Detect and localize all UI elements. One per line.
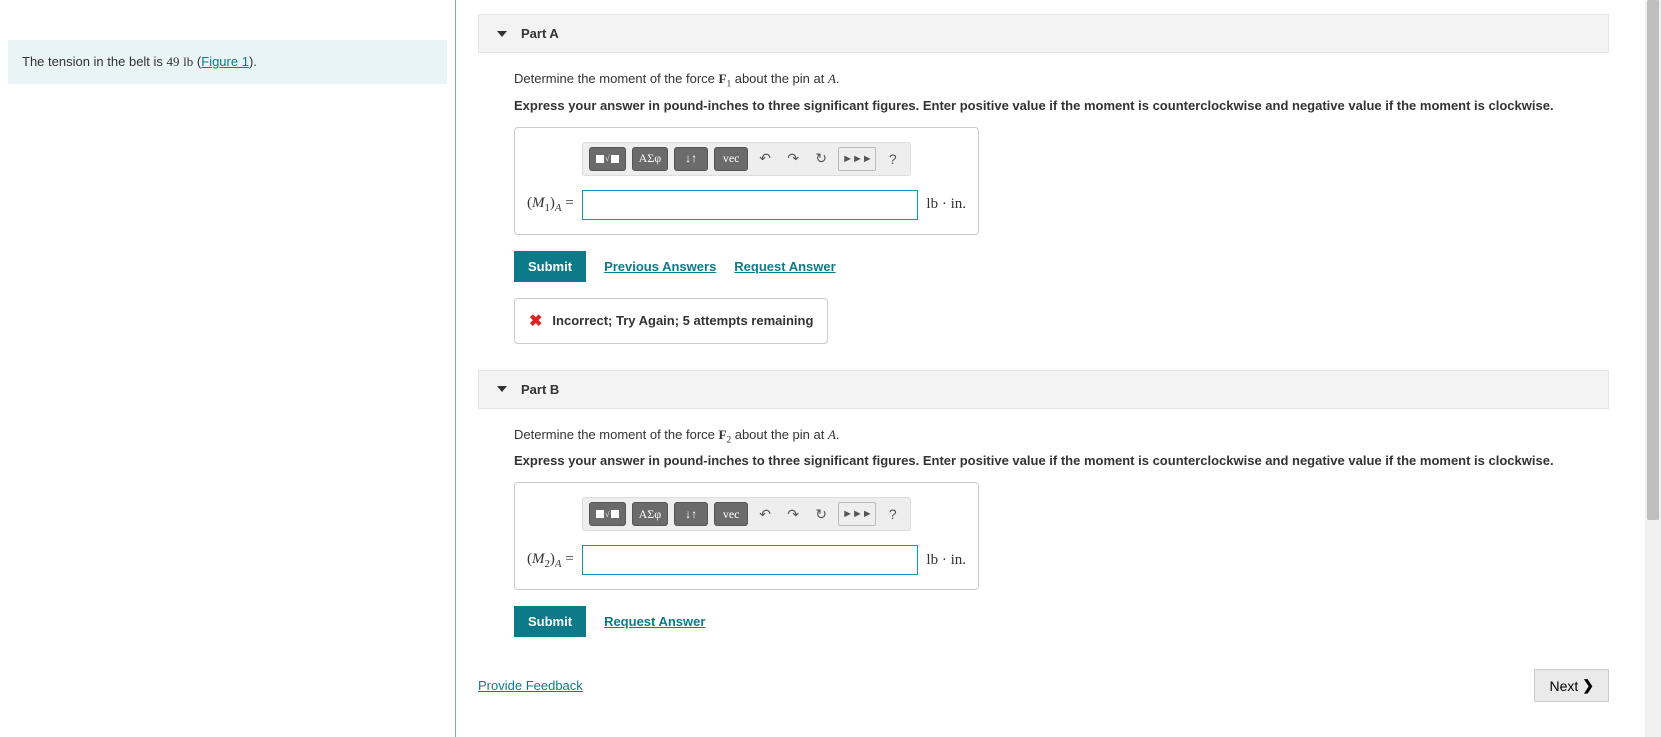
part-b-var-label: (M2)A =	[527, 551, 574, 570]
request-answer-link[interactable]: Request Answer	[604, 614, 705, 629]
help-icon[interactable]: ?	[882, 502, 904, 526]
part-b-submit-button[interactable]: Submit	[514, 606, 586, 637]
footer-row: Provide Feedback Next ❯	[478, 669, 1609, 702]
math-toolbar: √ ΑΣφ ↓↑ vec ↶ ↷ ↻ ►►► ?	[582, 497, 911, 531]
provide-feedback-link[interactable]: Provide Feedback	[478, 678, 583, 693]
part-a-body: Determine the moment of the force F1 abo…	[478, 53, 1645, 370]
instr-prefix: The tension in the belt is	[22, 54, 167, 69]
part-b-title: Part B	[521, 382, 559, 397]
part-a-header[interactable]: Part A	[478, 14, 1609, 53]
part-b-header[interactable]: Part B	[478, 370, 1609, 409]
feedback-text: Incorrect; Try Again; 5 attempts remaini…	[552, 313, 813, 328]
part-a-unit: lb · in.	[926, 196, 966, 213]
point-symbol: A	[828, 427, 836, 442]
part-a-answer-input[interactable]	[582, 190, 919, 220]
instr-value: 49	[167, 54, 180, 69]
reset-icon[interactable]: ↻	[810, 502, 832, 526]
part-b-prompt: Determine the moment of the force F2 abo…	[514, 427, 1609, 446]
prompt-mid: about the pin at	[731, 427, 828, 442]
part-b-body: Determine the moment of the force F2 abo…	[478, 409, 1645, 664]
part-a-title: Part A	[521, 26, 559, 41]
request-answer-link[interactable]: Request Answer	[734, 259, 835, 274]
problem-statement: The tension in the belt is 49 lb (Figure…	[8, 40, 447, 84]
part-b-hint: Express your answer in pound-inches to t…	[514, 453, 1609, 468]
next-label: Next	[1549, 678, 1578, 694]
scrollbar-thumb[interactable]	[1647, 0, 1659, 520]
vec-button[interactable]: vec	[714, 147, 748, 171]
part-a-actions: Submit Previous Answers Request Answer	[514, 251, 1609, 282]
greek-button[interactable]: ΑΣφ	[632, 502, 669, 526]
part-a-submit-button[interactable]: Submit	[514, 251, 586, 282]
prompt-pre: Determine the moment of the force	[514, 71, 718, 86]
collapse-icon	[497, 31, 507, 37]
part-b-answer-row: (M2)A = lb · in.	[527, 545, 966, 575]
help-icon[interactable]: ?	[882, 147, 904, 171]
prompt-mid: about the pin at	[731, 71, 828, 86]
figure-link[interactable]: Figure 1	[201, 54, 249, 69]
fraction-button[interactable]: √	[589, 502, 625, 526]
redo-icon[interactable]: ↷	[782, 147, 804, 171]
part-b-answer-box: √ ΑΣφ ↓↑ vec ↶ ↷ ↻ ►►► ? (M2)A = lb · in…	[514, 482, 979, 590]
collapse-icon	[497, 386, 507, 392]
instr-unit: lb	[183, 54, 193, 69]
part-a-answer-box: √ ΑΣφ ↓↑ vec ↶ ↷ ↻ ►►► ? (M1)A = lb · in…	[514, 127, 979, 235]
part-b-actions: Submit Request Answer	[514, 606, 1609, 637]
scrollbar[interactable]	[1645, 0, 1661, 737]
part-a-answer-row: (M1)A = lb · in.	[527, 190, 966, 220]
fraction-button[interactable]: √	[589, 147, 625, 171]
part-a-feedback: ✖ Incorrect; Try Again; 5 attempts remai…	[514, 298, 828, 344]
incorrect-icon: ✖	[529, 311, 542, 331]
part-b-answer-input[interactable]	[582, 545, 919, 575]
keyboard-icon[interactable]: ►►►	[838, 502, 876, 526]
prompt-post: .	[836, 71, 840, 86]
chevron-right-icon: ❯	[1582, 677, 1594, 694]
vec-button[interactable]: vec	[714, 502, 748, 526]
part-b-unit: lb · in.	[926, 552, 966, 569]
updown-button[interactable]: ↓↑	[674, 502, 708, 526]
next-button[interactable]: Next ❯	[1534, 669, 1609, 702]
greek-button[interactable]: ΑΣφ	[632, 147, 669, 171]
math-toolbar: √ ΑΣφ ↓↑ vec ↶ ↷ ↻ ►►► ?	[582, 142, 911, 176]
reset-icon[interactable]: ↻	[810, 147, 832, 171]
undo-icon[interactable]: ↶	[754, 147, 776, 171]
updown-button[interactable]: ↓↑	[674, 147, 708, 171]
redo-icon[interactable]: ↷	[782, 502, 804, 526]
previous-answers-link[interactable]: Previous Answers	[604, 259, 716, 274]
prompt-post: .	[836, 427, 840, 442]
left-pane: The tension in the belt is 49 lb (Figure…	[0, 0, 455, 737]
prompt-pre: Determine the moment of the force	[514, 427, 718, 442]
point-symbol: A	[828, 71, 836, 86]
part-a-var-label: (M1)A =	[527, 195, 574, 214]
instr-figure-close: ).	[249, 54, 257, 69]
keyboard-icon[interactable]: ►►►	[838, 147, 876, 171]
part-a-prompt: Determine the moment of the force F1 abo…	[514, 71, 1609, 90]
right-pane: Part A Determine the moment of the force…	[456, 0, 1645, 737]
undo-icon[interactable]: ↶	[754, 502, 776, 526]
part-a-hint: Express your answer in pound-inches to t…	[514, 98, 1609, 113]
